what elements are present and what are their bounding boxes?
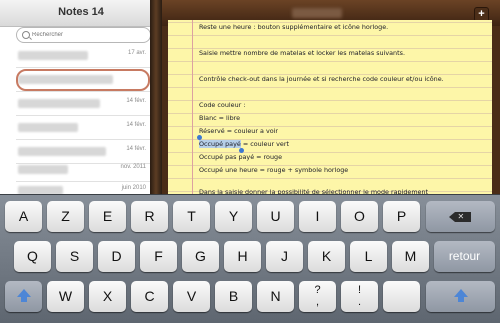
- key-h[interactable]: H: [224, 241, 261, 272]
- note-line: Occupé pas payé = rouge: [199, 153, 282, 161]
- note-line: Code couleur :: [199, 101, 246, 109]
- note-list-item[interactable]: 17 avr.: [16, 43, 150, 68]
- onscreen-keyboard: A Z E R T Y U I O P Q S D F G H J K L M …: [0, 194, 500, 323]
- note-date: 14 févr.: [126, 98, 146, 104]
- note-line: Contrôle check-out dans la journée et si…: [199, 75, 444, 83]
- note-list-item[interactable]: 14 févr.: [16, 91, 150, 116]
- shift-icon-stem: [20, 296, 27, 302]
- note-line: Reste une heure : bouton supplémentaire …: [199, 23, 389, 31]
- key-x[interactable]: X: [89, 281, 126, 312]
- key-m[interactable]: M: [392, 241, 429, 272]
- note-paper[interactable]: Reste une heure : bouton supplémentaire …: [168, 20, 492, 196]
- key-d[interactable]: D: [98, 241, 135, 272]
- key-e[interactable]: E: [89, 201, 126, 232]
- key-g[interactable]: G: [182, 241, 219, 272]
- note-list-item[interactable]: juin 2010: [16, 178, 150, 194]
- shift-icon-stem: [457, 296, 464, 302]
- key-t[interactable]: T: [173, 201, 210, 232]
- key-y[interactable]: Y: [215, 201, 252, 232]
- backspace-icon: [448, 211, 471, 223]
- key-v[interactable]: V: [173, 281, 210, 312]
- note-line: Occupé une heure = rouge + symbole horlo…: [199, 166, 349, 174]
- notes-list-pane: Notes 14 17 avr. 14 févr. 14 févr. 14 fé…: [0, 0, 162, 194]
- key-s[interactable]: S: [56, 241, 93, 272]
- key-i[interactable]: I: [299, 201, 336, 232]
- key-w[interactable]: W: [47, 281, 84, 312]
- paper-margin-line: [192, 20, 193, 194]
- key-bottom-char: ,: [315, 296, 320, 308]
- selection-outline: [16, 69, 150, 91]
- key-k[interactable]: K: [308, 241, 345, 272]
- shift-key-right[interactable]: [426, 281, 495, 312]
- key-l[interactable]: L: [350, 241, 387, 272]
- key-r[interactable]: R: [131, 201, 168, 232]
- note-preview-blurred: [18, 165, 68, 174]
- key-exclaim-period[interactable]: ! .: [341, 281, 378, 312]
- key-z[interactable]: Z: [47, 201, 84, 232]
- shift-icon: [453, 288, 468, 297]
- key-p[interactable]: P: [383, 201, 420, 232]
- key-c[interactable]: C: [131, 281, 168, 312]
- note-line: Saisie mettre nombre de matelas et locke…: [199, 49, 405, 57]
- key-top-char: ?: [314, 284, 321, 296]
- note-date: juin 2010: [121, 185, 146, 191]
- notes-list-title: Notes 14: [58, 6, 104, 18]
- key-a[interactable]: A: [5, 201, 42, 232]
- key-b[interactable]: B: [215, 281, 252, 312]
- search-box[interactable]: [16, 27, 151, 43]
- key-j[interactable]: J: [266, 241, 303, 272]
- note-pane: + Reste une heure : bouton supplémentair…: [162, 0, 500, 196]
- note-preview-blurred: [18, 51, 88, 60]
- shift-icon: [16, 288, 31, 297]
- key-top-char: !: [357, 284, 362, 296]
- key-o[interactable]: O: [341, 201, 378, 232]
- key-f[interactable]: F: [140, 241, 177, 272]
- note-line-rest: = couleur vert: [240, 140, 289, 148]
- search-input[interactable]: [32, 29, 142, 40]
- note-list-item[interactable]: 14 févr.: [16, 115, 150, 140]
- notebook-spine: [150, 0, 162, 194]
- shift-key-left[interactable]: [5, 281, 42, 312]
- notes-list-header: Notes 14: [0, 0, 162, 27]
- search-icon: [22, 31, 30, 39]
- key-u[interactable]: U: [257, 201, 294, 232]
- key-bottom-char: .: [357, 296, 362, 308]
- key-q[interactable]: Q: [14, 241, 51, 272]
- note-preview-blurred: [18, 123, 78, 132]
- note-line: Blanc = libre: [199, 114, 241, 122]
- note-preview-blurred: [18, 99, 100, 108]
- note-preview-blurred: [18, 147, 106, 156]
- note-preview-blurred: [18, 186, 63, 194]
- key-n[interactable]: N: [257, 281, 294, 312]
- selected-text[interactable]: Occupé payé: [199, 140, 241, 148]
- note-title-blurred: [292, 8, 342, 18]
- key-blank[interactable]: [383, 281, 420, 312]
- note-date: 17 avr.: [127, 50, 146, 56]
- note-line: Réservé = couleur a voir: [199, 127, 279, 135]
- selection-handle-start[interactable]: [197, 135, 202, 140]
- note-date: 14 févr.: [126, 146, 146, 152]
- key-question-comma[interactable]: ? ,: [299, 281, 336, 312]
- backspace-key[interactable]: [426, 201, 495, 232]
- note-line-selected: Occupé payé = couleur vert: [199, 140, 289, 148]
- return-key[interactable]: retour: [434, 241, 495, 272]
- note-date: nov. 2011: [120, 164, 146, 170]
- note-date: 14 févr.: [126, 122, 146, 128]
